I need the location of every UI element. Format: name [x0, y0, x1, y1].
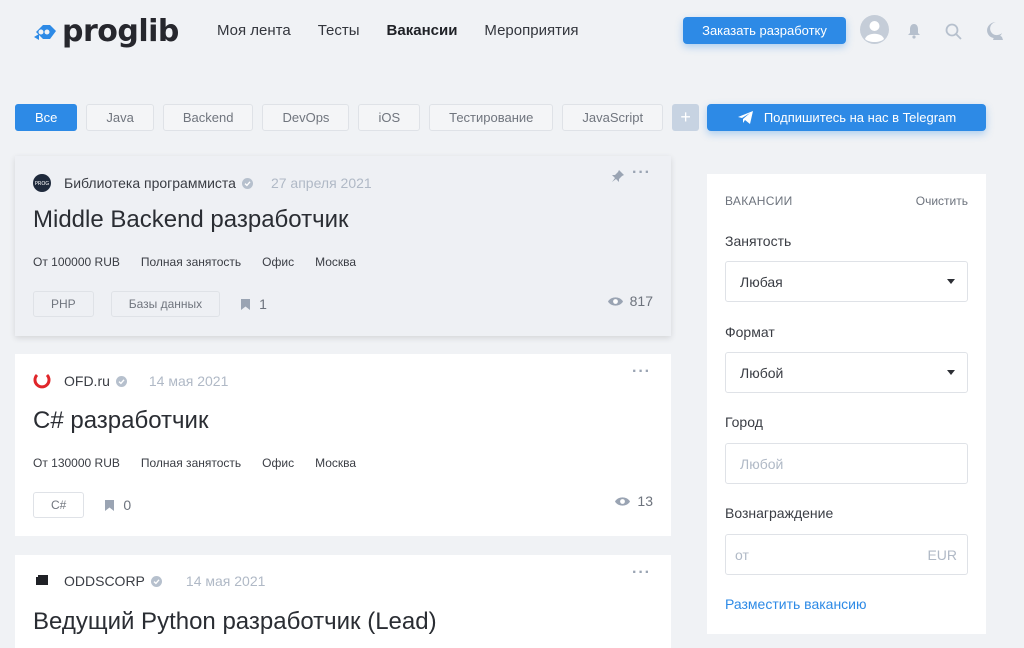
logo[interactable]: proglib — [32, 14, 179, 49]
salary: От 100000 RUB — [33, 255, 120, 269]
employment-select-value: Любая — [740, 273, 783, 290]
city: Москва — [315, 456, 357, 470]
tag-devops[interactable]: DevOps — [262, 104, 350, 131]
telegram-subscribe-button[interactable]: Подпишитесь на нас в Telegram — [707, 104, 986, 131]
main-nav: Моя лента Тесты Вакансии Мероприятия — [217, 22, 605, 39]
filter-heading: ВАКАНСИИ — [725, 194, 793, 208]
reward-label: Вознаграждение — [725, 505, 834, 521]
work-format: Офис — [262, 456, 295, 470]
verified-icon — [150, 575, 162, 587]
pin-icon — [612, 170, 624, 182]
bookmark-icon — [105, 499, 115, 511]
reward-input[interactable]: от EUR — [725, 534, 968, 575]
svg-text:PROG: PROG — [35, 181, 49, 187]
card-header: ODDSCORP 14 мая 2021 — [33, 572, 265, 590]
reward-currency: EUR — [927, 547, 957, 563]
bookmark-icon — [241, 298, 251, 310]
employment-label: Занятость — [725, 233, 792, 249]
more-options-icon[interactable]: ··· — [632, 363, 651, 381]
card-footer: PHP Базы данных 1 — [33, 291, 267, 317]
view-count: 817 — [607, 293, 653, 309]
city-label: Город — [725, 414, 763, 430]
salary: От 130000 RUB — [33, 456, 120, 470]
dropdown-caret-icon — [947, 370, 955, 375]
company-name[interactable]: ODDSCORP — [64, 573, 145, 589]
vacancy-title[interactable]: Ведущий Python разработчик (Lead) — [33, 608, 437, 636]
post-date: 27 апреля 2021 — [270, 175, 372, 191]
bookmark-button[interactable]: 0 — [105, 497, 131, 513]
bookmark-count: 1 — [259, 296, 267, 312]
post-date: 14 мая 2021 — [148, 373, 229, 389]
more-options-icon[interactable]: ··· — [632, 164, 651, 182]
skill-tag[interactable]: C# — [33, 492, 85, 518]
nav-feed[interactable]: Моя лента — [217, 22, 291, 39]
bookmark-button[interactable]: 1 — [241, 296, 267, 312]
format-label: Формат — [725, 324, 775, 340]
views-number: 817 — [629, 293, 653, 309]
order-development-button[interactable]: Заказать разработку — [683, 17, 846, 44]
vacancy-title[interactable]: Middle Backend разработчик — [33, 206, 349, 234]
logo-text: proglib — [62, 14, 179, 49]
format-select[interactable]: Любой — [725, 352, 968, 393]
tag-filter-bar: Все Java Backend DevOps iOS Тестирование… — [15, 104, 700, 131]
more-options-icon[interactable]: ··· — [632, 564, 651, 582]
vacancy-meta: От 100000 RUB Полная занятость Офис Моск… — [33, 255, 377, 269]
view-count: 13 — [614, 493, 653, 509]
tag-backend[interactable]: Backend — [162, 104, 254, 131]
add-tag-button[interactable]: + — [672, 104, 700, 131]
company-logo — [33, 373, 51, 389]
employment-type: Полная занятость — [140, 255, 242, 269]
company-logo — [36, 575, 48, 585]
avatar-icon[interactable] — [859, 14, 890, 45]
vacancy-meta: От 130000 RUB Полная занятость Офис Моск… — [33, 456, 377, 470]
verified-icon — [241, 177, 253, 189]
tag-java[interactable]: Java — [86, 104, 154, 131]
moon-icon[interactable] — [984, 21, 1006, 41]
dropdown-caret-icon — [947, 279, 955, 284]
nav-vacancies[interactable]: Вакансии — [387, 22, 458, 39]
city: Москва — [315, 255, 357, 269]
post-date: 14 мая 2021 — [185, 573, 266, 589]
tag-testing[interactable]: Тестирование — [429, 104, 554, 131]
tag-all[interactable]: Все — [15, 104, 78, 131]
city-input-placeholder: Любой — [740, 455, 784, 472]
company-name[interactable]: OFD.ru — [64, 373, 110, 389]
tag-ios[interactable]: iOS — [358, 104, 421, 131]
employment-type: Полная занятость — [140, 456, 242, 470]
views-number: 13 — [637, 493, 653, 509]
vacancy-card[interactable]: PROG Библиотека программиста 27 апреля 2… — [15, 156, 671, 336]
telegram-icon — [737, 111, 753, 124]
reward-input-placeholder: от — [735, 546, 749, 563]
nav-events[interactable]: Мероприятия — [484, 22, 578, 39]
vacancy-title[interactable]: C# разработчик — [33, 407, 208, 435]
vacancy-card[interactable]: OFD.ru 14 мая 2021 ··· C# разработчик От… — [15, 354, 671, 536]
logo-icon — [34, 24, 56, 40]
header: proglib Моя лента Тесты Вакансии Меропри… — [0, 0, 1024, 64]
employment-select[interactable]: Любая — [725, 261, 968, 302]
vacancy-filter-panel: ВАКАНСИИ Очистить Занятость Любая Формат… — [707, 174, 986, 634]
telegram-button-label: Подпишитесь на нас в Telegram — [763, 110, 957, 125]
format-select-value: Любой — [740, 364, 784, 381]
clear-filters-link[interactable]: Очистить — [916, 194, 968, 208]
city-input[interactable]: Любой — [725, 443, 968, 484]
post-vacancy-link[interactable]: Разместить вакансию — [725, 596, 867, 612]
company-name[interactable]: Библиотека программиста — [64, 175, 236, 191]
card-header: OFD.ru 14 мая 2021 — [33, 372, 228, 390]
nav-tests[interactable]: Тесты — [318, 22, 360, 39]
bell-icon[interactable] — [907, 23, 921, 39]
card-header: PROG Библиотека программиста 27 апреля 2… — [33, 174, 372, 192]
work-format: Офис — [262, 255, 295, 269]
verified-icon — [115, 375, 127, 387]
eye-icon — [615, 496, 631, 506]
vacancy-card[interactable]: ODDSCORP 14 мая 2021 ··· Ведущий Python … — [15, 555, 671, 648]
company-logo: PROG — [33, 174, 51, 192]
tag-javascript[interactable]: JavaScript — [562, 104, 664, 131]
eye-icon — [607, 296, 623, 306]
search-icon[interactable] — [945, 23, 962, 40]
skill-tag[interactable]: Базы данных — [110, 291, 221, 317]
bookmark-count: 0 — [123, 497, 132, 513]
card-footer: C# 0 — [33, 492, 131, 518]
skill-tag[interactable]: PHP — [33, 291, 94, 317]
